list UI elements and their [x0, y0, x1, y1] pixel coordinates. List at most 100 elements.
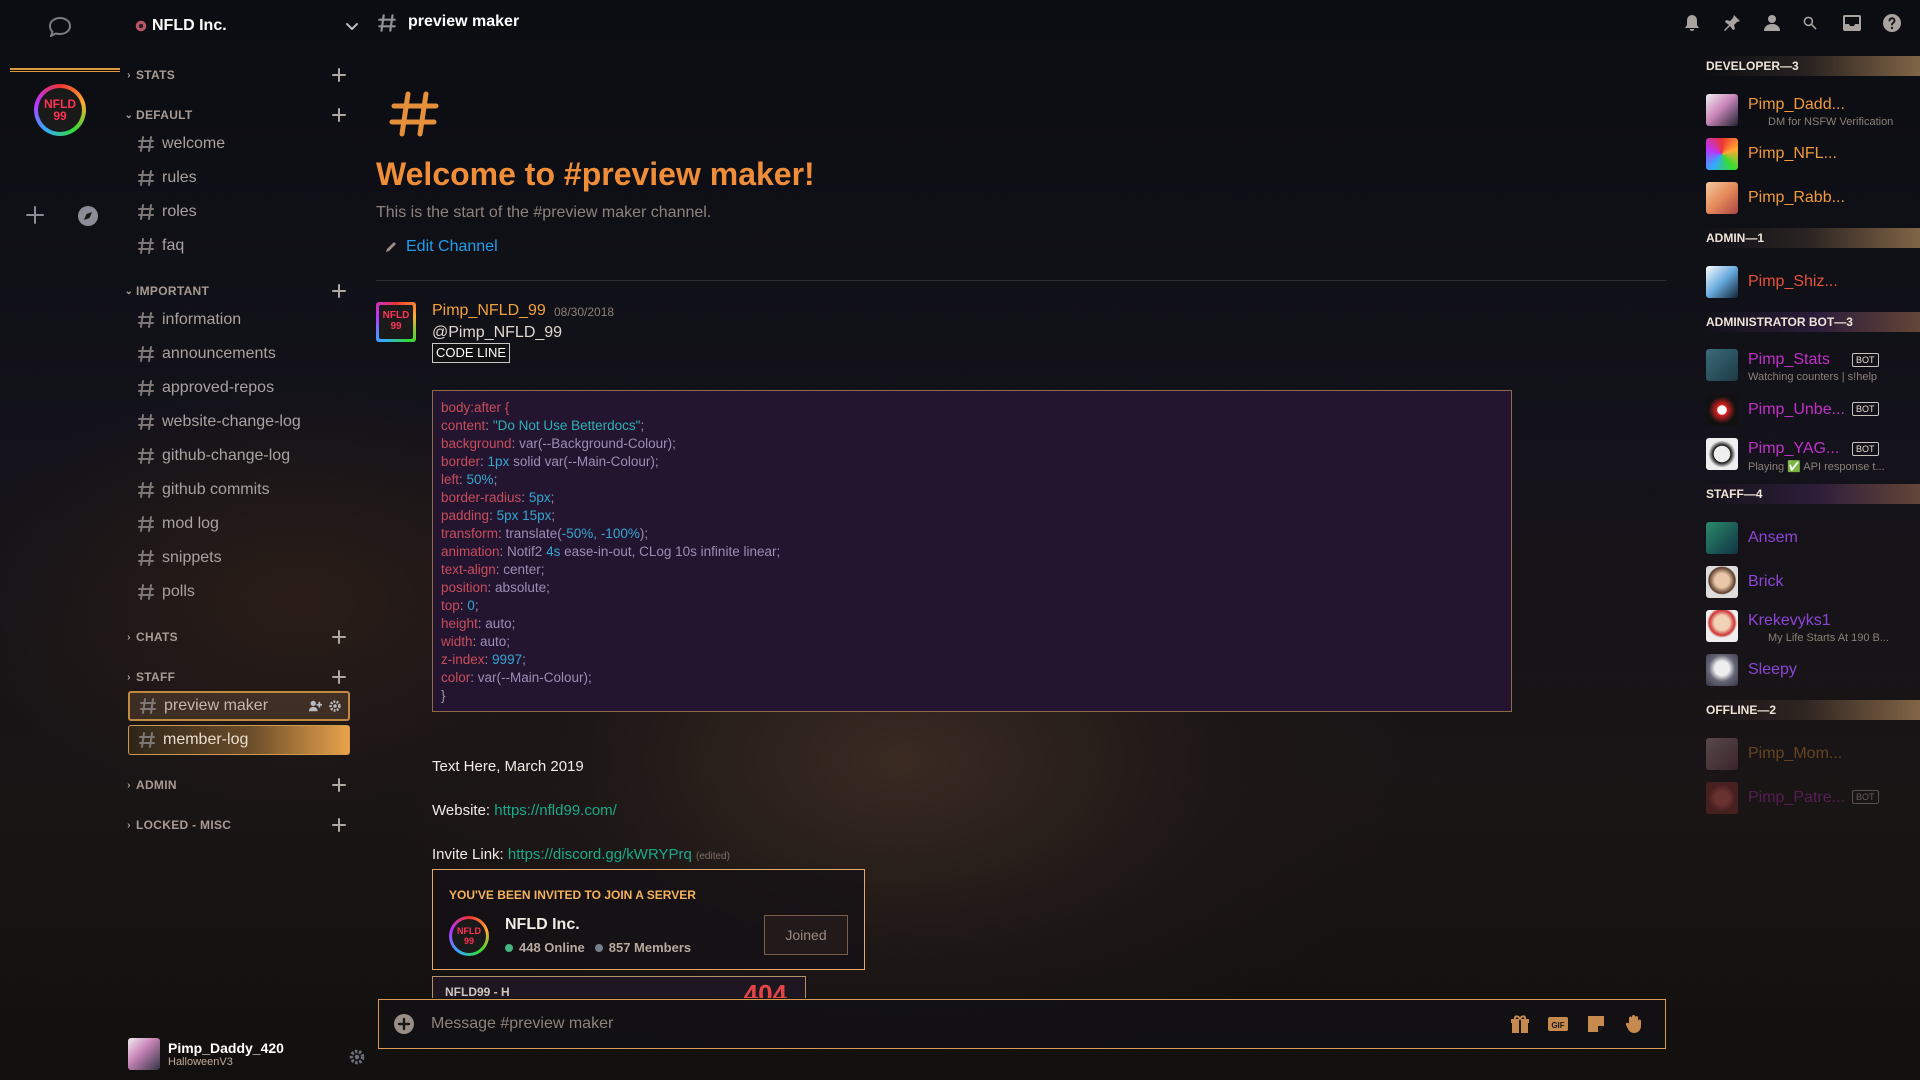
link-embed: NFLD99 - H 404: [432, 976, 806, 998]
code-line: transform: translate(-50%, -100%);: [441, 526, 649, 541]
hash-icon: [378, 14, 396, 32]
avatar: [1706, 654, 1738, 686]
add-channel-icon[interactable]: [330, 282, 348, 300]
website-link[interactable]: https://nfld99.com/: [494, 802, 617, 819]
message-timestamp: 08/30/2018: [554, 305, 615, 319]
upload-plus-icon[interactable]: [393, 1013, 415, 1035]
message-avatar[interactable]: NFLD 99: [376, 302, 416, 342]
category-chats[interactable]: › CHATS: [122, 628, 348, 646]
explore-servers-icon[interactable]: [76, 204, 100, 228]
add-channel-icon[interactable]: [330, 668, 348, 686]
avatar: [1706, 94, 1738, 126]
welcome-subtitle: This is the start of the #preview maker …: [376, 204, 712, 221]
member-item[interactable]: Pimp_Unbe... BOT: [1706, 392, 1916, 428]
code-block: body:after { content: "Do Not Use Better…: [432, 390, 1512, 712]
welcome-title: Welcome to #preview maker!: [376, 156, 815, 192]
member-item[interactable]: Pimp_Rabb...: [1706, 180, 1916, 216]
member-item[interactable]: Pimp_Dadd... DM for NSFW Verification: [1706, 92, 1916, 128]
add-channel-icon[interactable]: [330, 816, 348, 834]
member-item[interactable]: Pimp_Stats BOT Watching counters | s!help: [1706, 347, 1916, 383]
hash-icon: [138, 550, 154, 566]
direct-messages-icon[interactable]: [46, 14, 74, 40]
member-item[interactable]: Ansem: [1706, 520, 1916, 556]
hash-icon: [138, 136, 154, 152]
member-item[interactable]: Krekevyks1 My Life Starts At 190 B...: [1706, 608, 1916, 644]
bot-badge: BOT: [1852, 402, 1879, 416]
avatar: [1706, 182, 1738, 214]
channel-website-change-log[interactable]: website-change-log: [128, 407, 350, 437]
joined-button[interactable]: Joined: [764, 915, 848, 955]
sticker-icon[interactable]: [1585, 1013, 1607, 1035]
chevron-down-icon[interactable]: [344, 18, 360, 34]
channel-snippets[interactable]: snippets: [128, 543, 350, 573]
hash-icon: [138, 346, 154, 362]
bot-badge: BOT: [1852, 353, 1879, 367]
pencil-icon: [386, 242, 396, 252]
role-header-offline: OFFLINE—2: [1702, 700, 1920, 720]
member-item[interactable]: Pimp_YAG... BOT Playing ✅ API response t..…: [1706, 436, 1916, 473]
avatar: [1706, 566, 1738, 598]
username: Pimp_Daddy_420: [168, 1039, 284, 1056]
channel-polls[interactable]: polls: [128, 577, 350, 607]
category-staff[interactable]: › STAFF: [122, 668, 348, 686]
channel-faq[interactable]: faq: [128, 231, 350, 261]
member-item[interactable]: Brick: [1706, 564, 1916, 600]
add-channel-icon[interactable]: [330, 776, 348, 794]
avatar: [1706, 138, 1738, 170]
channel-github-commits[interactable]: github commits: [128, 475, 350, 505]
category-important[interactable]: ⌄ IMPORTANT: [122, 282, 348, 300]
role-header-administrator-bot: ADMINISTRATOR BOT—3: [1702, 312, 1920, 332]
code-line: left: 50%;: [441, 472, 498, 487]
code-line: color: var(--Main-Colour);: [441, 670, 592, 685]
add-server-icon[interactable]: [24, 204, 46, 226]
message-input[interactable]: Message #preview maker: [431, 1015, 613, 1033]
channel-member-log[interactable]: member-log: [128, 725, 350, 755]
invite-member-icon[interactable]: [308, 699, 322, 713]
edit-channel-link[interactable]: Edit Channel: [384, 238, 498, 256]
bot-badge: BOT: [1852, 790, 1879, 804]
add-channel-icon[interactable]: [330, 66, 348, 84]
avatar: [1706, 349, 1738, 381]
invite-server-icon: NFLD 99: [449, 916, 489, 956]
channel-mod-log[interactable]: mod log: [128, 509, 350, 539]
gif-icon[interactable]: GIF: [1547, 1013, 1569, 1035]
category-locked-misc[interactable]: › LOCKED - MISC: [122, 816, 348, 834]
code-line: z-index: 9997;: [441, 652, 526, 667]
channel-announcements[interactable]: announcements: [128, 339, 350, 369]
channel-preview-maker[interactable]: preview maker: [128, 691, 350, 721]
avatar[interactable]: [128, 1038, 160, 1070]
channel-github-change-log[interactable]: github-change-log: [128, 441, 350, 471]
user-mention[interactable]: @Pimp_NFLD_99: [432, 324, 562, 342]
member-item[interactable]: Pimp_Shiz...: [1706, 264, 1916, 300]
invite-link[interactable]: https://discord.gg/kWRYPrq: [508, 846, 692, 863]
channel-approved-repos[interactable]: approved-repos: [128, 373, 350, 403]
message-author[interactable]: Pimp_NFLD_99: [432, 302, 546, 320]
avatar: [1706, 438, 1738, 470]
category-default[interactable]: ⌄ DEFAULT: [122, 106, 348, 124]
channel-information[interactable]: information: [128, 305, 350, 335]
member-item[interactable]: Sleepy: [1706, 652, 1916, 688]
member-item[interactable]: Pimp_NFL...: [1706, 136, 1916, 172]
category-admin[interactable]: › ADMIN: [122, 776, 348, 794]
add-channel-icon[interactable]: [330, 628, 348, 646]
member-item[interactable]: Pimp_Patre... BOT: [1706, 780, 1916, 816]
category-stats[interactable]: › STATS: [122, 66, 348, 84]
gift-icon[interactable]: [1509, 1013, 1531, 1035]
server-name: NFLD Inc.: [152, 17, 227, 34]
channel-welcome[interactable]: welcome: [128, 129, 350, 159]
welcome-hash-icon: [389, 91, 439, 137]
member-item[interactable]: Pimp_Mom...: [1706, 736, 1916, 772]
server-icon-nfld[interactable]: NFLD 99: [34, 84, 86, 136]
add-channel-icon[interactable]: [330, 106, 348, 124]
channel-rules[interactable]: rules: [128, 163, 350, 193]
code-line: border: 1px solid var(--Main-Colour);: [441, 454, 659, 469]
avatar: [1706, 394, 1738, 426]
server-header[interactable]: NFLD Inc.: [134, 14, 360, 38]
hash-icon: [139, 732, 155, 748]
channel-roles[interactable]: roles: [128, 197, 350, 227]
code-line: width: auto;: [441, 634, 511, 649]
code-line-label: CODE LINE: [432, 343, 511, 363]
server-badge-icon: [135, 20, 147, 32]
emoji-icon[interactable]: [1623, 1013, 1645, 1035]
gear-icon[interactable]: [328, 699, 342, 713]
